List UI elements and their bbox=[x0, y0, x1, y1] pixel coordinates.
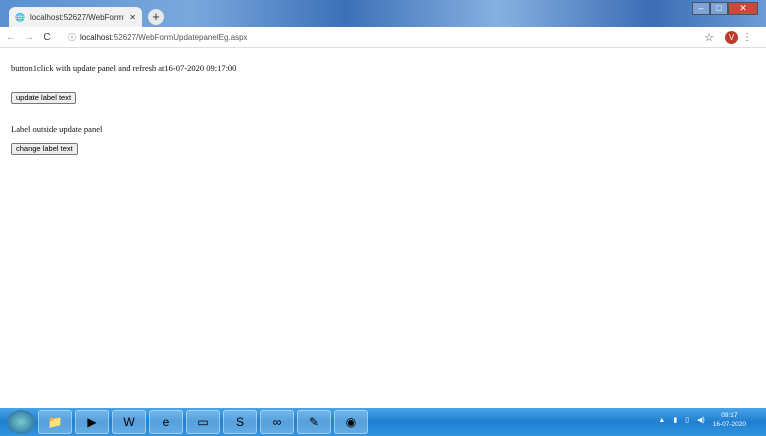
internet-explorer-icon[interactable]: e bbox=[149, 410, 183, 434]
notepad-icon[interactable]: ▭ bbox=[186, 410, 220, 434]
back-icon[interactable]: ← bbox=[4, 32, 18, 43]
update-panel-label: button1click with update panel and refre… bbox=[11, 63, 237, 73]
bookmark-star-icon[interactable]: ☆ bbox=[704, 31, 714, 44]
menu-icon[interactable]: ⋮ bbox=[742, 32, 752, 43]
start-button[interactable] bbox=[7, 410, 35, 434]
update-label-button[interactable]: update label text bbox=[11, 92, 77, 104]
browser-title-bar: 🌐 localhost:52627/WebFormUpdat ✕ + – □ ✕ bbox=[0, 0, 766, 27]
info-icon: ⓘ bbox=[68, 32, 76, 42]
maximize-button[interactable]: □ bbox=[710, 2, 728, 15]
paint-icon[interactable]: ✎ bbox=[297, 410, 331, 434]
media-player-icon[interactable]: ▶ bbox=[75, 410, 109, 434]
clock-time: 09:17 bbox=[721, 412, 738, 419]
word-icon[interactable]: W bbox=[112, 410, 146, 434]
skype-icon[interactable]: S bbox=[223, 410, 257, 434]
url-host: localhost bbox=[80, 32, 112, 42]
address-bar-row: ← → C ⓘ localhost:52627/WebFormUpdatepan… bbox=[0, 27, 766, 48]
minimize-button[interactable]: – bbox=[692, 2, 710, 15]
browser-tab[interactable]: 🌐 localhost:52627/WebFormUpdat ✕ bbox=[9, 7, 142, 27]
new-tab-button[interactable]: + bbox=[148, 9, 164, 25]
url-path: :52627/WebFormUpdatepanelEg.aspx bbox=[111, 32, 248, 42]
power-icon[interactable]: ▯ bbox=[685, 416, 689, 424]
app-icon[interactable]: ∞ bbox=[260, 410, 294, 434]
change-label-button[interactable]: change label text bbox=[11, 143, 78, 155]
close-button[interactable]: ✕ bbox=[728, 2, 758, 15]
url-field[interactable]: ⓘ localhost:52627/WebFormUpdatepanelEg.a… bbox=[68, 32, 248, 43]
chrome-icon[interactable]: ◉ bbox=[334, 410, 368, 434]
taskbar: 📁 ▶ W e ▭ S ∞ ✎ ◉ bbox=[0, 408, 766, 436]
file-explorer-icon[interactable]: 📁 bbox=[38, 410, 72, 434]
globe-icon: 🌐 bbox=[15, 12, 25, 22]
forward-icon[interactable]: → bbox=[22, 32, 36, 43]
tab-title: localhost:52627/WebFormUpdat bbox=[29, 12, 124, 22]
system-tray: ▲ ▮ ▯ ◀) 09:17 16-07-2020 bbox=[658, 411, 746, 429]
outside-panel-label: Label outside update panel bbox=[11, 124, 103, 134]
reload-icon[interactable]: C bbox=[40, 32, 54, 43]
profile-avatar[interactable]: V bbox=[725, 30, 738, 44]
volume-icon[interactable]: ◀) bbox=[697, 416, 705, 424]
tab-close-icon[interactable]: ✕ bbox=[129, 13, 136, 22]
show-hidden-icons[interactable]: ▲ bbox=[658, 417, 665, 424]
clock[interactable]: 09:17 16-07-2020 bbox=[713, 411, 746, 429]
network-icon[interactable]: ▮ bbox=[673, 416, 677, 424]
clock-date: 16-07-2020 bbox=[712, 421, 746, 428]
